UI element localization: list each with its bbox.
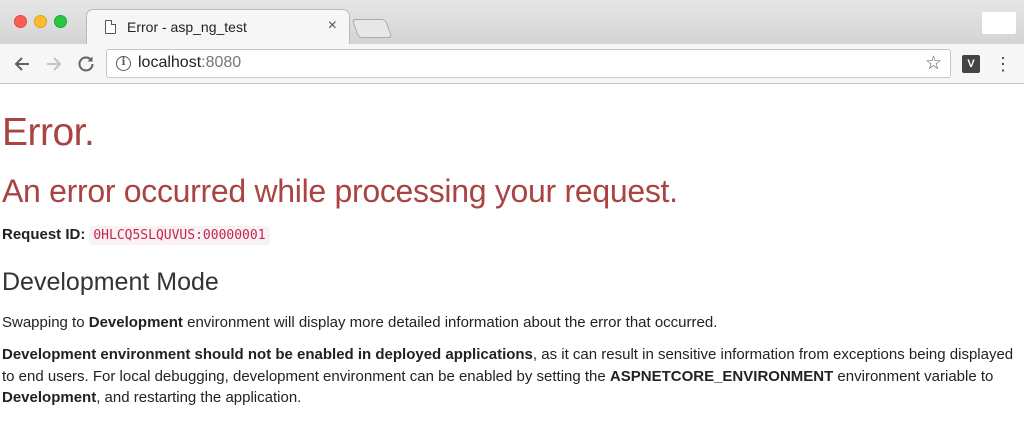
profile-button[interactable] bbox=[982, 12, 1016, 34]
url-port: :8080 bbox=[201, 54, 242, 71]
page-title: Error. bbox=[2, 111, 95, 154]
error-subheading: An error occurred while processing your … bbox=[2, 173, 678, 209]
close-window-button[interactable] bbox=[14, 15, 27, 28]
url-text[interactable]: localhost:8080 bbox=[138, 54, 241, 72]
maximize-window-button[interactable] bbox=[54, 15, 67, 28]
p2-text-f: , and restarting the application. bbox=[96, 389, 302, 406]
star-icon[interactable]: ☆ bbox=[925, 52, 942, 75]
document-icon bbox=[105, 20, 116, 34]
p1-text-c: environment will display more detailed i… bbox=[182, 314, 718, 331]
p2-strong-development: Development bbox=[2, 389, 97, 406]
new-tab-button[interactable] bbox=[351, 19, 393, 38]
page-content: Error. An error occurred while processin… bbox=[0, 85, 1024, 428]
dev-paragraph-2: Development environment should not be en… bbox=[2, 344, 1022, 409]
dev-mode-heading: Development Mode bbox=[2, 268, 219, 296]
back-arrow-icon[interactable] bbox=[9, 51, 35, 77]
p2-strong-env-var: ASPNETCORE_ENVIRONMENT bbox=[609, 367, 834, 385]
minimize-window-button[interactable] bbox=[34, 15, 47, 28]
url-host: localhost bbox=[138, 54, 202, 71]
address-bar[interactable]: i localhost:8080 ☆ bbox=[106, 49, 951, 78]
kebab-menu-icon[interactable]: ⋮ bbox=[994, 52, 1012, 76]
request-id-line: Request ID: 0HLCQ5SLQUVUS:00000001 bbox=[2, 226, 270, 245]
p2-strong-warning: Development environment should not be en… bbox=[2, 346, 533, 363]
request-id-label: Request ID: bbox=[2, 226, 86, 243]
p2-text-d: environment variable to bbox=[833, 367, 994, 385]
p1-strong-development: Development bbox=[88, 314, 183, 331]
info-icon[interactable]: i bbox=[116, 56, 131, 71]
forward-arrow-icon[interactable] bbox=[41, 51, 67, 77]
extension-icon[interactable]: V bbox=[962, 55, 980, 73]
tab-title: Error - asp_ng_test bbox=[127, 19, 247, 35]
tab-close-icon[interactable]: × bbox=[328, 17, 337, 35]
p1-text-a: Swapping to bbox=[2, 314, 89, 331]
request-id-value: 0HLCQ5SLQUVUS:00000001 bbox=[89, 226, 270, 245]
reload-icon[interactable] bbox=[73, 51, 99, 77]
browser-tab[interactable]: Error - asp_ng_test × bbox=[86, 9, 350, 44]
dev-paragraph-1: Swapping to Development environment will… bbox=[2, 312, 1022, 333]
browser-toolbar: i localhost:8080 ☆ V ⋮ bbox=[0, 44, 1024, 84]
window-titlebar: Error - asp_ng_test × bbox=[0, 0, 1024, 44]
